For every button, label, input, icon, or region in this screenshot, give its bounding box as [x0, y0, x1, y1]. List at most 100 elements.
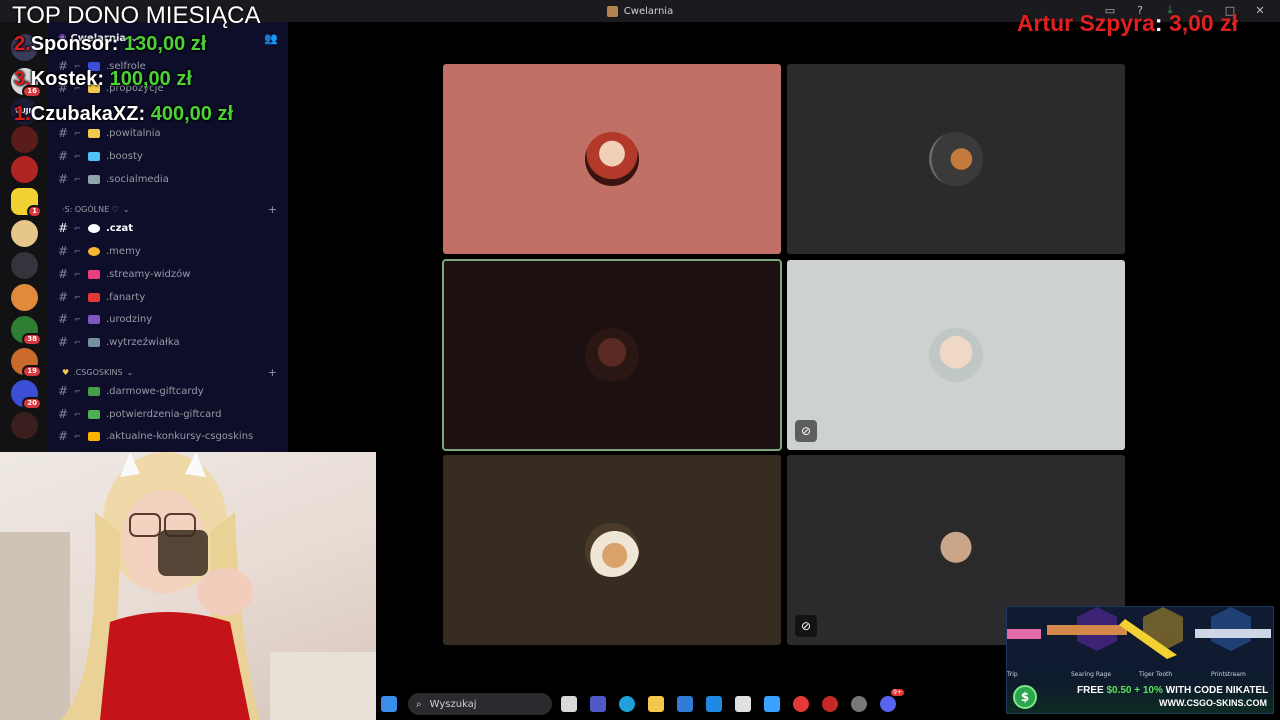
server-icon[interactable]	[11, 284, 38, 311]
server-icon[interactable]: 19	[11, 348, 42, 378]
server-icon[interactable]	[11, 126, 38, 153]
teams-icon[interactable]	[590, 696, 606, 712]
category-csgoskins[interactable]: ♥ .CSGOSKINS ⌄ +	[62, 365, 277, 379]
add-channel-icon[interactable]: +	[268, 203, 277, 216]
donor-name: Kostek:	[30, 68, 110, 90]
smile-icon	[88, 246, 100, 256]
stream-screen: Cwelarnia ▭ ? ⤓ – □ ✕ 16 VUJN 1 38 19 20…	[0, 0, 1280, 720]
server-icon[interactable]	[11, 220, 38, 247]
participant-avatar	[585, 132, 639, 186]
channel-label: .potwierdzenia-giftcard	[106, 408, 222, 420]
thread-icon: ⌐	[74, 386, 81, 396]
donor-row: 1.CzubakaXZ: 400,00 zł	[14, 103, 233, 126]
thread-icon: ⌐	[74, 174, 81, 184]
close-icon[interactable]: ✕	[1252, 4, 1268, 17]
epic-games-icon[interactable]	[735, 696, 751, 712]
video-tile[interactable]	[443, 64, 781, 254]
promo-text: FREE $0.50 + 10% WITH CODE NIKATEL	[1077, 685, 1268, 696]
server-icon[interactable]: 1	[11, 188, 42, 218]
obs-icon[interactable]	[851, 696, 867, 712]
opera-icon[interactable]	[822, 696, 838, 712]
server-icon[interactable]	[11, 412, 38, 439]
promo-suffix: WITH CODE NIKATEL	[1162, 685, 1269, 696]
channel-wytrzezwialka[interactable]: # ⌐ .wytrzeźwiałka	[58, 332, 283, 352]
channel-label: .fanarty	[106, 291, 146, 303]
video-tile[interactable]	[787, 64, 1125, 254]
channel-label: .powitalnia	[106, 127, 161, 139]
add-member-icon[interactable]: 👥	[264, 32, 278, 45]
server-icon[interactable]: 38	[11, 316, 42, 346]
mail-icon[interactable]	[706, 696, 722, 712]
channel-czat[interactable]: # ⌐ .czat	[58, 218, 283, 238]
opera-gx-icon[interactable]	[793, 696, 809, 712]
person-icon	[88, 337, 100, 347]
channel-socialmedia[interactable]: # ⌐ .socialmedia	[58, 169, 283, 189]
channel-streamy-widzow[interactable]: # ⌐ .streamy-widzów	[58, 264, 283, 284]
category-ogolne[interactable]: ·S: OGÓLNE ♡ ⌄ +	[62, 202, 277, 216]
hash-icon: #	[58, 335, 69, 349]
file-explorer-icon[interactable]	[648, 696, 664, 712]
unread-badge: 19	[22, 365, 42, 378]
channel-fanarty[interactable]: # ⌐ .fanarty	[58, 287, 283, 307]
phone-icon	[88, 174, 100, 184]
webcam-feed	[0, 452, 376, 720]
channel-aktualne-konkursy[interactable]: # ⌐ .aktualne-konkursy-csgoskins	[58, 426, 283, 446]
donor-amount: 130,00 zł	[124, 33, 207, 55]
heart-icon	[88, 269, 100, 279]
server-icon[interactable]	[11, 252, 38, 279]
channel-memy[interactable]: # ⌐ .memy	[58, 241, 283, 261]
participant-avatar	[929, 523, 983, 577]
taskbar: ⌕ Wyszukaj 9+	[376, 688, 1006, 720]
last-donation: Artur Szpyra: 3,00 zł	[1017, 10, 1238, 37]
channel-label: .wytrzeźwiałka	[106, 336, 180, 348]
channel-boosty[interactable]: # ⌐ .boosty	[58, 146, 283, 166]
unread-badge: 38	[22, 333, 42, 346]
donor-rank: 3.	[14, 68, 31, 90]
thread-icon: ⌐	[74, 269, 81, 279]
hash-icon: #	[58, 290, 69, 304]
video-tile[interactable]	[443, 455, 781, 645]
channel-darmowe-giftcardy[interactable]: # ⌐ .darmowe-giftcardy	[58, 381, 283, 401]
hash-icon: #	[58, 267, 69, 281]
discord-icon[interactable]: 9+	[880, 689, 904, 712]
thread-icon: ⌐	[74, 128, 81, 138]
skin-label: Printstream	[1211, 671, 1246, 678]
add-channel-icon[interactable]: +	[268, 366, 277, 379]
hash-icon: #	[58, 221, 69, 235]
last-donor-name: Artur Szpyra	[1016, 10, 1155, 36]
app-icon[interactable]	[764, 696, 780, 712]
channel-label: .streamy-widzów	[106, 268, 191, 280]
unread-badge: 20	[22, 397, 42, 410]
channel-label: .urodziny	[106, 313, 153, 325]
wave-icon	[88, 128, 100, 138]
skin-label: Searing Rage	[1071, 671, 1112, 678]
task-view-icon[interactable]	[561, 696, 577, 712]
video-tile[interactable]	[442, 259, 782, 451]
channel-powitalnia[interactable]: # ⌐ .powitalnia	[58, 123, 283, 143]
channel-potwierdzenia-giftcard[interactable]: # ⌐ .potwierdzenia-giftcard	[58, 404, 283, 424]
channel-urodziny[interactable]: # ⌐ .urodziny	[58, 309, 283, 329]
server-icon[interactable]	[11, 156, 38, 183]
channel-label: .boosty	[106, 150, 143, 162]
edge-icon[interactable]	[619, 696, 635, 712]
thread-icon: ⌐	[74, 246, 81, 256]
server-icon[interactable]: 20	[11, 380, 42, 410]
donor-row: 2.Sponsor: 130,00 zł	[14, 33, 206, 56]
participant-avatar	[585, 328, 639, 382]
thread-icon: ⌐	[74, 151, 81, 161]
video-tile[interactable]: ⊘	[787, 260, 1125, 450]
channel-label: .darmowe-giftcardy	[106, 385, 204, 397]
muted-mic-icon: ⊘	[795, 420, 817, 442]
hash-icon: #	[58, 384, 69, 398]
top-donors-title: TOP DONO MIESIĄCA	[12, 2, 261, 29]
taskbar-search[interactable]: ⌕ Wyszukaj	[408, 693, 552, 715]
donor-amount: 400,00 zł	[150, 103, 234, 125]
hash-icon: #	[58, 172, 69, 186]
thread-icon: ⌐	[74, 314, 81, 324]
search-placeholder: Wyszukaj	[429, 698, 477, 710]
store-icon[interactable]	[677, 696, 693, 712]
server-icon	[606, 5, 618, 17]
thread-icon: ⌐	[74, 223, 81, 233]
start-icon[interactable]	[381, 696, 397, 712]
hash-icon: #	[58, 312, 69, 326]
